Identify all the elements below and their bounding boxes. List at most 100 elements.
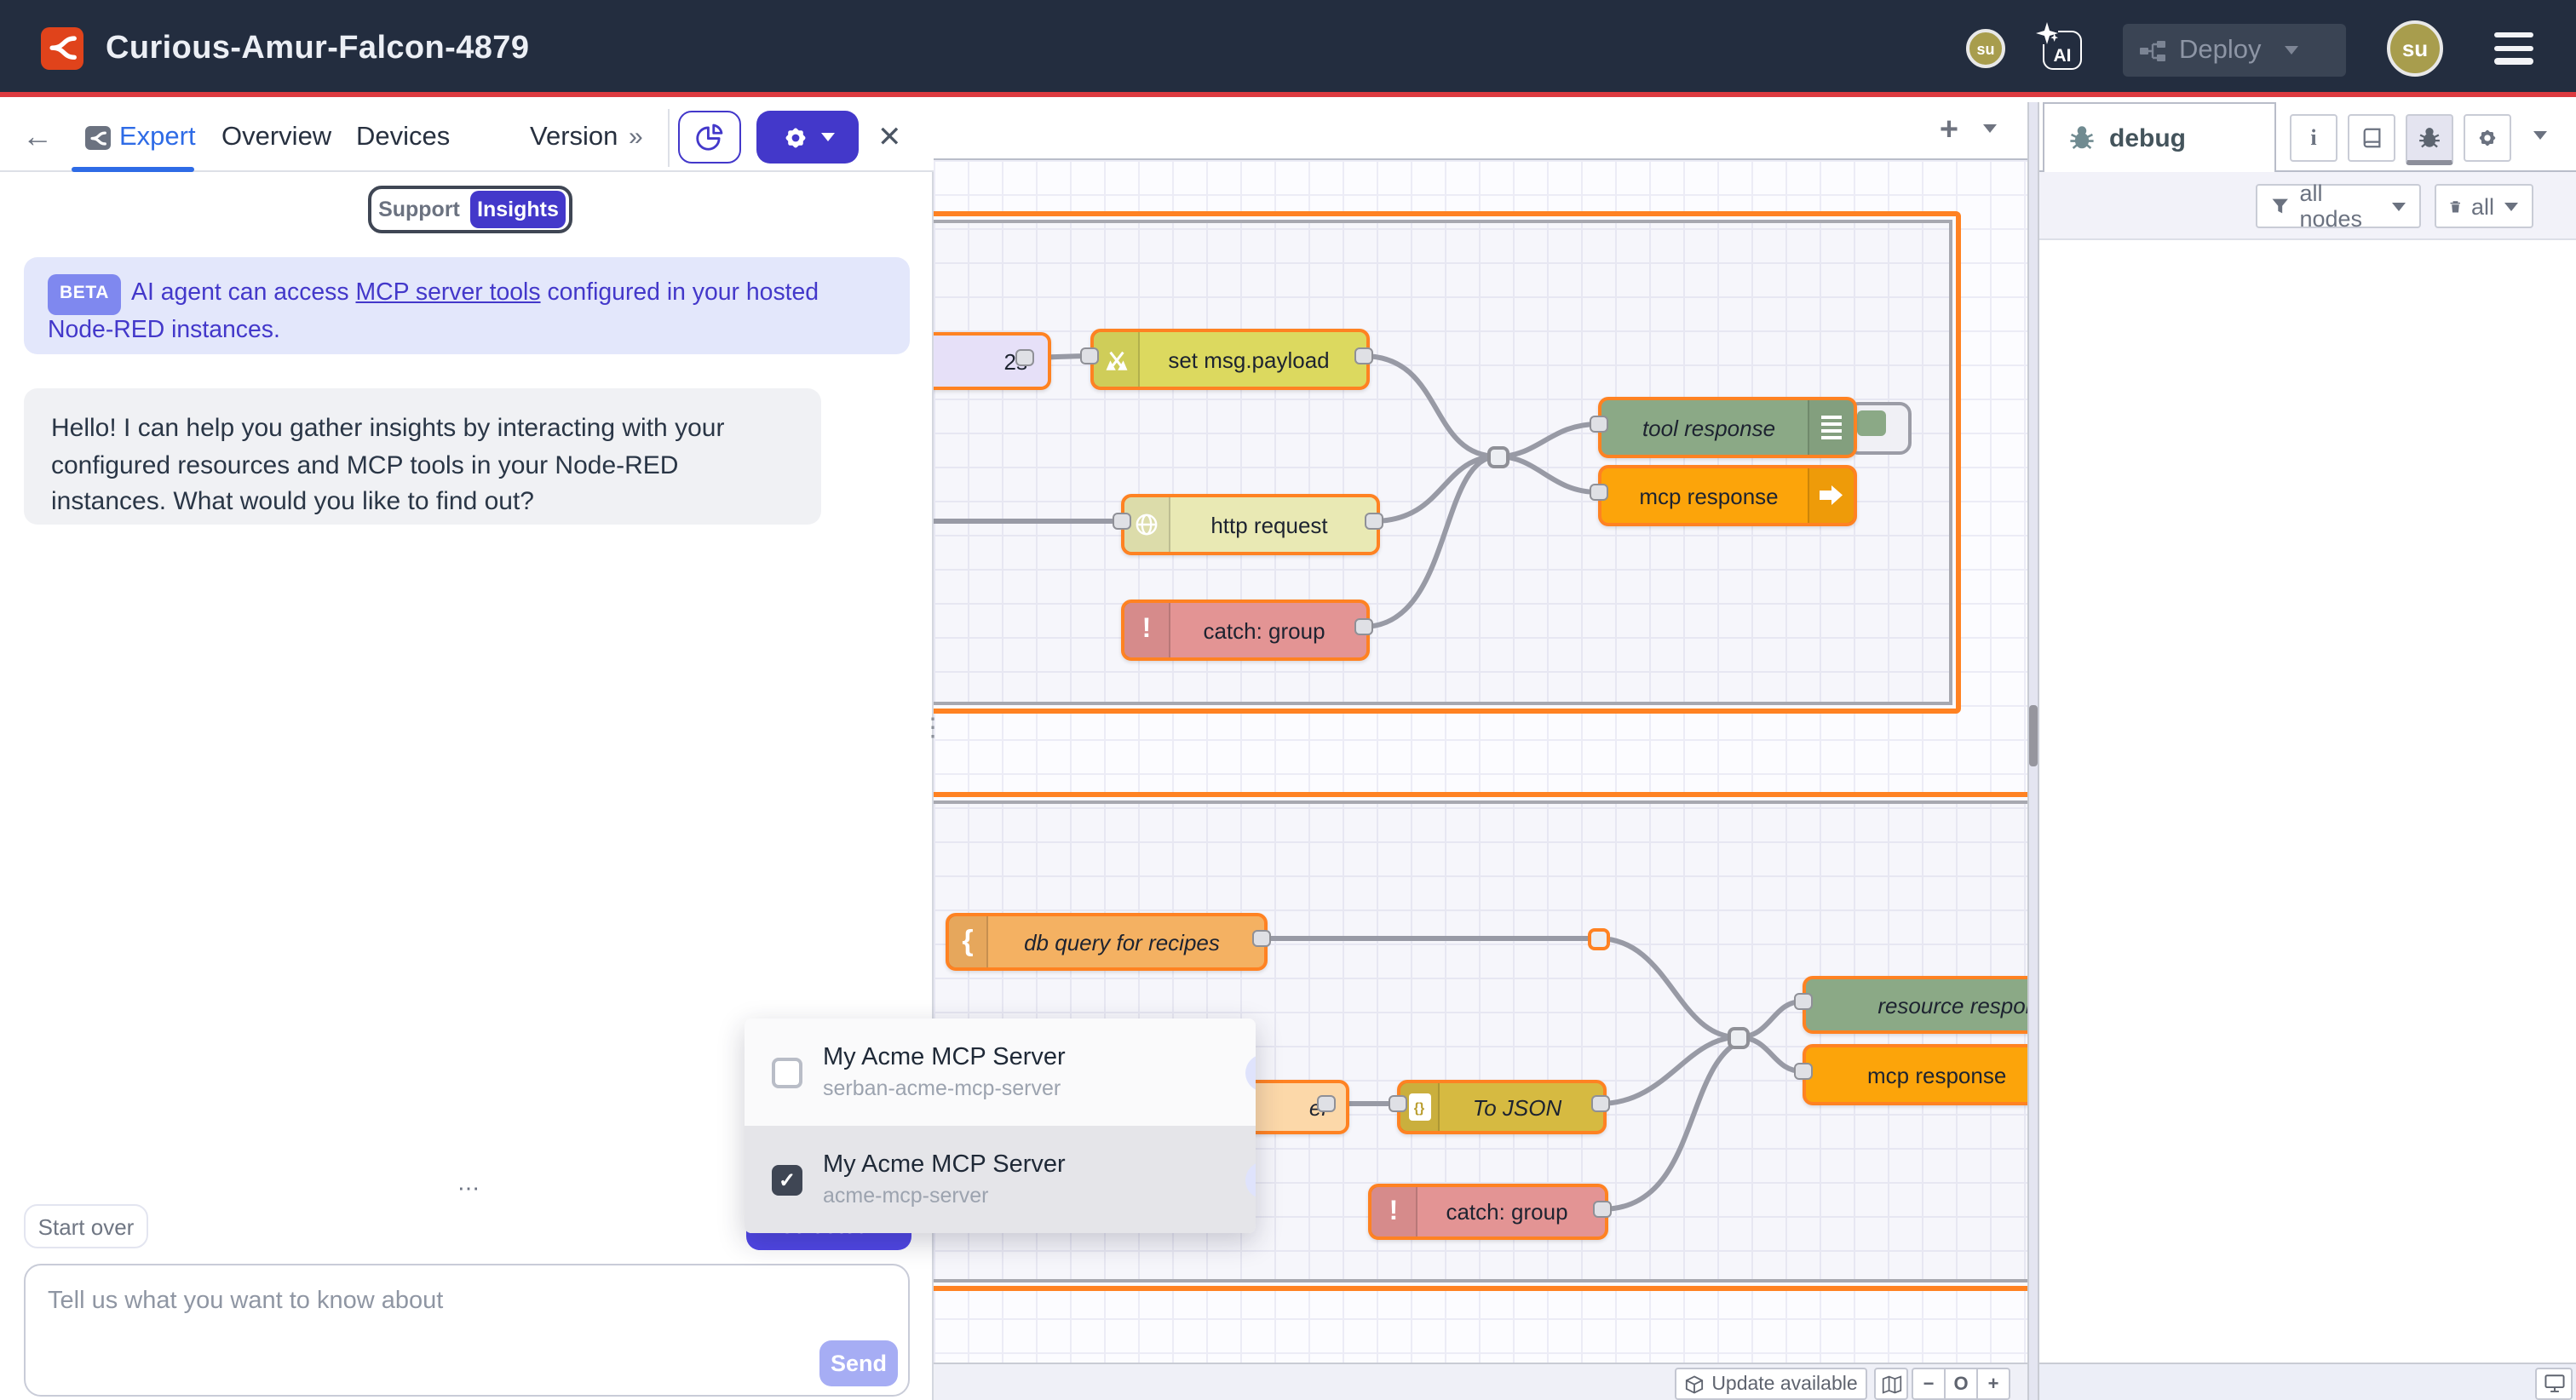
toggle-support[interactable]: Support: [371, 198, 467, 221]
close-panel-button[interactable]: ✕: [877, 102, 902, 172]
port[interactable]: [1365, 513, 1383, 530]
active-tab-underline: [72, 167, 194, 172]
node-link-out-mcp-response-2[interactable]: mcp response: [1803, 1044, 2027, 1105]
server-subtitle: serban-acme-mcp-server: [823, 1076, 1245, 1100]
composer-resize-handle[interactable]: ⋯: [450, 1175, 491, 1202]
tab-overview[interactable]: Overview: [221, 102, 331, 172]
server-option[interactable]: My Acme MCP Server serban-acme-mcp-serve…: [745, 1018, 1256, 1126]
config-tab-button[interactable]: [2464, 114, 2511, 162]
port[interactable]: [1593, 1201, 1612, 1218]
ai-assistant-icon[interactable]: AI: [2038, 24, 2085, 72]
sidebar-panel: debug i all nodes all: [2039, 102, 2576, 1400]
port[interactable]: [1080, 347, 1099, 364]
server-option[interactable]: ✓ My Acme MCP Server acme-mcp-server 5: [745, 1126, 1256, 1233]
server-subtitle: acme-mcp-server: [823, 1184, 1245, 1208]
deploy-icon: [2140, 40, 2165, 60]
assistant-panel: ← Expert Overview Devices Version » ✕ Su…: [0, 102, 934, 1400]
node-debug-resource-response[interactable]: resource response: [1803, 976, 2027, 1034]
wire-junction[interactable]: [1588, 928, 1610, 950]
beta-banner: BETAAI agent can access MCP server tools…: [24, 257, 910, 354]
insights-chart-button[interactable]: [678, 111, 741, 164]
chat-input-placeholder: Tell us what you want to know about: [48, 1288, 443, 1315]
tab-devices[interactable]: Devices: [356, 102, 450, 172]
port[interactable]: [1794, 1063, 1813, 1080]
start-over-button[interactable]: Start over: [24, 1204, 148, 1248]
send-button[interactable]: Send: [819, 1340, 898, 1386]
debug-filter-button[interactable]: all nodes: [2256, 184, 2421, 228]
node-link-out-mcp-response[interactable]: mcp response: [1598, 465, 1857, 526]
port[interactable]: [1794, 993, 1813, 1010]
checkbox-unchecked[interactable]: [772, 1057, 802, 1087]
canvas-scrollbar-thumb[interactable]: [2029, 705, 2038, 766]
port[interactable]: [1590, 484, 1608, 501]
tab-expert[interactable]: Expert: [119, 102, 196, 172]
zoom-in-button[interactable]: +: [1976, 1369, 2009, 1398]
debug-message-list[interactable]: [2039, 240, 2576, 1363]
toggle-insights[interactable]: Insights: [470, 191, 566, 228]
open-window-button[interactable]: [2535, 1368, 2573, 1400]
mcp-server-picker: My Acme MCP Server serban-acme-mcp-serve…: [745, 1018, 1256, 1233]
settings-dropdown-button[interactable]: [756, 111, 859, 164]
pie-chart-icon: [693, 121, 726, 153]
filter-icon: [2271, 196, 2289, 216]
debug-clear-button[interactable]: all: [2435, 184, 2533, 228]
wire-junction[interactable]: [1728, 1027, 1750, 1049]
node-debug-tool-response[interactable]: tool response: [1598, 397, 1857, 458]
instance-title: Curious-Amur-Falcon-4879: [106, 0, 529, 97]
zoom-out-button[interactable]: −: [1913, 1369, 1944, 1398]
team-avatar[interactable]: su: [1966, 29, 2005, 68]
exclamation-icon: !: [1124, 603, 1170, 657]
sidebar-menu-caret-icon[interactable]: [2533, 131, 2547, 140]
node-catch-bottom[interactable]: ! catch: group: [1368, 1184, 1608, 1240]
mcp-server-tools-link[interactable]: MCP server tools: [355, 279, 540, 307]
update-available-button[interactable]: Update available: [1675, 1368, 1867, 1400]
port[interactable]: [1113, 513, 1131, 530]
deploy-caret-icon[interactable]: [2286, 46, 2299, 55]
filter-caret-icon: [2392, 202, 2406, 210]
port[interactable]: [1015, 349, 1034, 366]
tab-debug[interactable]: debug: [2043, 102, 2276, 172]
port[interactable]: [1317, 1095, 1336, 1112]
port[interactable]: [1591, 1095, 1610, 1112]
flowfuse-logo-icon[interactable]: [41, 27, 83, 70]
port[interactable]: [1590, 416, 1608, 433]
flow-tabstrip: +: [934, 102, 2027, 160]
navigator-button[interactable]: [1874, 1368, 1908, 1400]
node-db-query[interactable]: { db query for recipes: [946, 913, 1268, 971]
info-tab-button[interactable]: i: [2290, 114, 2337, 162]
panel-drag-handle[interactable]: ⋮: [920, 722, 944, 766]
chat-input[interactable]: [24, 1264, 910, 1397]
mode-toggle: Support Insights: [368, 186, 572, 233]
tool-count-badge: 5: [1245, 1053, 1256, 1091]
checkbox-checked[interactable]: ✓: [772, 1164, 802, 1195]
panel-tabbar: ← Expert Overview Devices Version » ✕: [0, 102, 934, 172]
port[interactable]: [1354, 347, 1373, 364]
help-tab-button[interactable]: [2348, 114, 2395, 162]
port[interactable]: [1389, 1095, 1407, 1112]
flow-list-caret-icon[interactable]: [1983, 124, 1997, 133]
map-icon: [1880, 1374, 1902, 1394]
top-header: Curious-Amur-Falcon-4879 su AI Deploy su: [0, 0, 2576, 97]
deploy-button[interactable]: Deploy: [2123, 24, 2346, 77]
node-change[interactable]: set msg.payload: [1090, 329, 1370, 390]
menu-icon[interactable]: [2494, 32, 2533, 72]
beta-text-before: AI agent can access: [131, 279, 355, 307]
node-http-request[interactable]: http request: [1121, 494, 1380, 555]
exclamation-icon: !: [1371, 1187, 1417, 1236]
back-button[interactable]: ←: [22, 102, 53, 172]
globe-icon: [1124, 497, 1170, 552]
port[interactable]: [1354, 618, 1373, 635]
cube-icon: [1684, 1374, 1703, 1394]
zoom-reset-button[interactable]: O: [1944, 1369, 1976, 1398]
node-catch-top[interactable]: ! catch: group: [1121, 600, 1370, 661]
node-to-json[interactable]: {} To JSON: [1397, 1080, 1607, 1134]
book-icon: [2360, 126, 2383, 150]
user-avatar[interactable]: su: [2387, 20, 2443, 77]
debug-tab-button[interactable]: [2406, 114, 2453, 165]
port[interactable]: [1252, 930, 1271, 947]
add-flow-button[interactable]: +: [1927, 109, 1971, 153]
wire-junction[interactable]: [1487, 446, 1509, 468]
tab-version[interactable]: Version: [530, 102, 618, 172]
tab-overflow-button[interactable]: »: [629, 102, 643, 172]
zoom-controls: − O +: [1912, 1368, 2010, 1400]
